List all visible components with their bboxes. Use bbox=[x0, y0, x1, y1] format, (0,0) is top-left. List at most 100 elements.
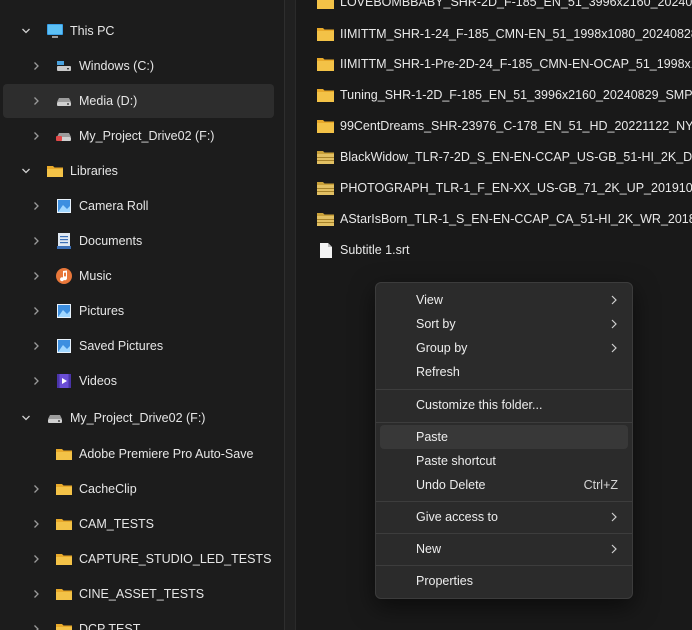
nav-item-label: Windows (C:) bbox=[79, 59, 155, 73]
menu-item-label: Group by bbox=[416, 341, 468, 355]
folder-icon bbox=[317, 0, 334, 9]
nav-item-windows-c[interactable]: Windows (C:) bbox=[0, 49, 284, 83]
menu-item-properties[interactable]: Properties bbox=[380, 569, 628, 593]
context-menu: View Sort by Group by Refresh Customize … bbox=[375, 282, 633, 599]
folder-icon bbox=[317, 119, 334, 133]
file-row[interactable]: IIMITTM_SHR-1-24_F-185_CMN-EN_51_1998x10… bbox=[317, 20, 692, 48]
nav-item-cacheclip[interactable]: CacheClip bbox=[0, 472, 284, 506]
chevron-right-icon[interactable] bbox=[31, 96, 41, 106]
file-name: Tuning_SHR-1-2D_F-185_EN_51_3996x2160_20… bbox=[340, 88, 692, 102]
file-row[interactable]: BlackWidow_TLR-7-2D_S_EN-EN-CCAP_US-GB_5… bbox=[317, 143, 692, 171]
chevron-down-icon[interactable] bbox=[21, 26, 31, 36]
menu-item-paste[interactable]: Paste bbox=[380, 425, 628, 449]
menu-item-label: Paste bbox=[416, 430, 448, 444]
file-name: Subtitle 1.srt bbox=[340, 243, 410, 257]
nav-item-dcp-test[interactable]: DCP TEST bbox=[0, 612, 284, 630]
nav-item-saved-pictures[interactable]: Saved Pictures bbox=[0, 329, 284, 363]
menu-separator bbox=[376, 422, 632, 423]
nav-item-libraries[interactable]: Libraries bbox=[0, 154, 284, 188]
nav-item-label: This PC bbox=[70, 24, 115, 38]
menu-item-give-access[interactable]: Give access to bbox=[380, 505, 628, 529]
nav-item-cine-asset-tests[interactable]: CINE_ASSET_TESTS bbox=[0, 577, 284, 611]
nav-item-capture-studio-led-tests[interactable]: CAPTURE_STUDIO_LED_TESTS bbox=[0, 542, 284, 576]
nav-item-videos[interactable]: Videos bbox=[0, 364, 284, 398]
file-name: LOVEBOMBBABY_SHR-2D_F-185_EN_51_3996x216… bbox=[340, 0, 692, 9]
chevron-right-icon[interactable] bbox=[31, 131, 41, 141]
chevron-right-icon bbox=[611, 343, 617, 353]
menu-item-customize-folder[interactable]: Customize this folder... bbox=[380, 393, 628, 417]
nav-item-project-drive-f[interactable]: My_Project_Drive02 (F:) bbox=[0, 119, 284, 153]
chevron-right-icon bbox=[611, 295, 617, 305]
chevron-right-icon bbox=[611, 319, 617, 329]
menu-item-refresh[interactable]: Refresh bbox=[380, 360, 628, 384]
chevron-right-icon[interactable] bbox=[31, 624, 41, 630]
nav-item-label: Adobe Premiere Pro Auto-Save bbox=[79, 447, 254, 461]
nav-item-label: CINE_ASSET_TESTS bbox=[79, 587, 205, 601]
folder-icon bbox=[56, 449, 72, 460]
menu-item-view[interactable]: View bbox=[380, 288, 628, 312]
nav-item-this-pc[interactable]: This PC bbox=[0, 14, 284, 48]
pictures-icon bbox=[57, 339, 71, 353]
chevron-right-icon[interactable] bbox=[31, 376, 41, 386]
nav-item-label: Pictures bbox=[79, 304, 125, 318]
menu-item-group-by[interactable]: Group by bbox=[380, 336, 628, 360]
documents-icon bbox=[57, 233, 71, 249]
chevron-right-icon[interactable] bbox=[31, 306, 41, 316]
chevron-right-icon[interactable] bbox=[31, 519, 41, 529]
nav-item-label: Documents bbox=[79, 234, 143, 248]
folder-icon bbox=[56, 484, 72, 495]
chevron-right-icon[interactable] bbox=[31, 554, 41, 564]
archive-folder-icon bbox=[317, 212, 334, 226]
file-row[interactable]: AStarIsBorn_TLR-1_S_EN-EN-CCAP_CA_51-HI_… bbox=[317, 205, 692, 233]
chevron-down-icon[interactable] bbox=[21, 166, 31, 176]
nav-item-camera-roll[interactable]: Camera Roll bbox=[0, 189, 284, 223]
chevron-right-icon[interactable] bbox=[31, 589, 41, 599]
menu-item-label: Properties bbox=[416, 574, 473, 588]
nav-item-label: DCP TEST bbox=[79, 622, 141, 630]
folder-icon bbox=[56, 519, 72, 530]
file-row[interactable]: Subtitle 1.srt bbox=[317, 236, 409, 264]
chevron-down-icon[interactable] bbox=[21, 413, 31, 423]
file-row[interactable]: IIMITTM_SHR-1-Pre-2D-24_F-185_CMN-EN-OCA… bbox=[317, 50, 692, 78]
menu-item-new[interactable]: New bbox=[380, 537, 628, 561]
drive-icon bbox=[48, 415, 62, 423]
menu-item-label: Sort by bbox=[416, 317, 456, 331]
file-name: IIMITTM_SHR-1-Pre-2D-24_F-185_CMN-EN-OCA… bbox=[340, 57, 692, 71]
menu-item-label: Undo Delete bbox=[416, 478, 486, 492]
chevron-right-icon bbox=[611, 544, 617, 554]
menu-item-label: Customize this folder... bbox=[416, 398, 543, 412]
nav-item-cam-tests[interactable]: CAM_TESTS bbox=[0, 507, 284, 541]
nav-item-label: Media (D:) bbox=[79, 94, 138, 108]
file-row[interactable]: LOVEBOMBBABY_SHR-2D_F-185_EN_51_3996x216… bbox=[317, 0, 692, 16]
nav-item-media-d[interactable]: Media (D:) bbox=[3, 84, 274, 118]
folder-icon bbox=[317, 57, 334, 71]
menu-item-label: View bbox=[416, 293, 443, 307]
folder-icon bbox=[56, 589, 72, 600]
music-icon bbox=[56, 268, 72, 284]
nav-item-pictures[interactable]: Pictures bbox=[0, 294, 284, 328]
nav-item-project-drive-f-expanded[interactable]: My_Project_Drive02 (F:) bbox=[0, 401, 284, 435]
file-row[interactable]: Tuning_SHR-1-2D_F-185_EN_51_3996x2160_20… bbox=[317, 81, 692, 109]
menu-item-label: Give access to bbox=[416, 510, 498, 524]
nav-item-music[interactable]: Music bbox=[0, 259, 284, 293]
chevron-right-icon[interactable] bbox=[31, 341, 41, 351]
menu-separator bbox=[376, 389, 632, 390]
chevron-right-icon[interactable] bbox=[31, 484, 41, 494]
nav-item-documents[interactable]: Documents bbox=[0, 224, 284, 258]
chevron-right-icon[interactable] bbox=[31, 236, 41, 246]
chevron-right-icon bbox=[611, 512, 617, 522]
nav-item-label: Libraries bbox=[70, 164, 118, 178]
menu-item-sort-by[interactable]: Sort by bbox=[380, 312, 628, 336]
file-row[interactable]: 99CentDreams_SHR-23976_C-178_EN_51_HD_20… bbox=[317, 112, 692, 140]
nav-item-label: Saved Pictures bbox=[79, 339, 164, 353]
file-row[interactable]: PHOTOGRAPH_TLR-1_F_EN-XX_US-GB_71_2K_UP_… bbox=[317, 174, 692, 202]
menu-item-paste-shortcut[interactable]: Paste shortcut bbox=[380, 449, 628, 473]
chevron-right-icon[interactable] bbox=[31, 271, 41, 281]
chevron-right-icon[interactable] bbox=[31, 201, 41, 211]
camera-roll-icon bbox=[57, 199, 71, 213]
pane-splitter[interactable] bbox=[284, 0, 296, 630]
menu-item-undo-delete[interactable]: Undo Delete Ctrl+Z bbox=[380, 473, 628, 497]
file-name: IIMITTM_SHR-1-24_F-185_CMN-EN_51_1998x10… bbox=[340, 27, 692, 41]
chevron-right-icon[interactable] bbox=[31, 61, 41, 71]
nav-item-adobe-premiere-auto-save[interactable]: Adobe Premiere Pro Auto-Save bbox=[0, 437, 284, 471]
